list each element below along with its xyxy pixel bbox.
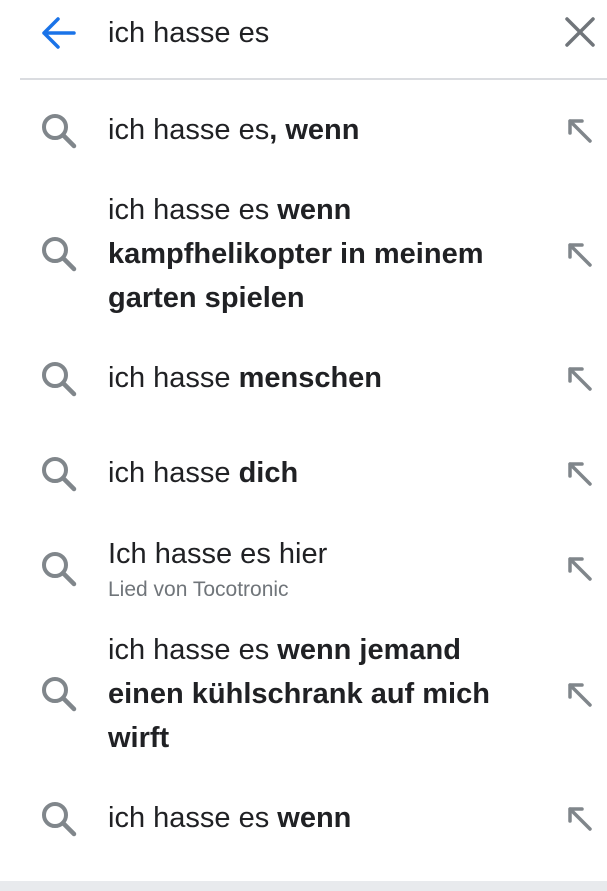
suggestion-text: Ich hasse es hier bbox=[108, 538, 328, 570]
search-icon bbox=[42, 677, 77, 712]
suggestion-text: ich hasse es, wenn bbox=[108, 114, 360, 146]
arrow-up-left-icon[interactable] bbox=[562, 677, 598, 713]
arrow-up-left-icon[interactable] bbox=[562, 237, 598, 273]
arrow-up-left-icon[interactable] bbox=[562, 361, 598, 397]
arrow-up-left-icon[interactable] bbox=[562, 801, 598, 837]
search-icon bbox=[42, 362, 77, 397]
suggestion-item[interactable]: ich hasse dich bbox=[0, 443, 607, 505]
suggestion-item[interactable]: ich hasse es wenn bbox=[0, 788, 607, 850]
clear-button[interactable] bbox=[560, 12, 600, 52]
suggestion-item[interactable]: ich hasse es, wenn bbox=[0, 100, 607, 162]
suggestion-text: ich hasse es wenn kampfhelikopter in mein… bbox=[108, 194, 484, 314]
suggestion-item[interactable]: ich hasse es wenn kampfhelikopter in mein… bbox=[0, 185, 607, 325]
search-icon bbox=[42, 802, 77, 837]
search-icon bbox=[42, 457, 77, 492]
suggestion-subtitle: Lied von Tocotronic bbox=[108, 578, 289, 601]
suggestion-text: ich hasse es wenn jemand einen kühlschran… bbox=[108, 634, 490, 754]
search-icon bbox=[42, 552, 77, 587]
suggestion-text: ich hasse menschen bbox=[108, 362, 383, 394]
close-icon bbox=[565, 17, 595, 47]
search-input[interactable]: ich hasse es bbox=[108, 14, 269, 52]
suggestion-item[interactable]: Ich hasse es hier Lied von Tocotronic bbox=[0, 528, 607, 610]
back-button[interactable] bbox=[36, 13, 80, 53]
divider bbox=[20, 78, 607, 80]
suggestion-text: ich hasse dich bbox=[108, 457, 299, 489]
bottom-bar bbox=[0, 881, 607, 891]
arrow-left-icon bbox=[42, 17, 76, 49]
suggestion-text: ich hasse es wenn bbox=[108, 802, 352, 834]
suggestion-item[interactable]: ich hasse menschen bbox=[0, 348, 607, 410]
search-icon bbox=[42, 237, 77, 272]
search-icon bbox=[42, 114, 77, 149]
suggestion-item[interactable]: ich hasse es wenn jemand einen kühlschran… bbox=[0, 625, 607, 765]
search-bar: ich hasse es bbox=[0, 0, 607, 80]
arrow-up-left-icon[interactable] bbox=[562, 456, 598, 492]
arrow-up-left-icon[interactable] bbox=[562, 113, 598, 149]
arrow-up-left-icon[interactable] bbox=[562, 551, 598, 587]
